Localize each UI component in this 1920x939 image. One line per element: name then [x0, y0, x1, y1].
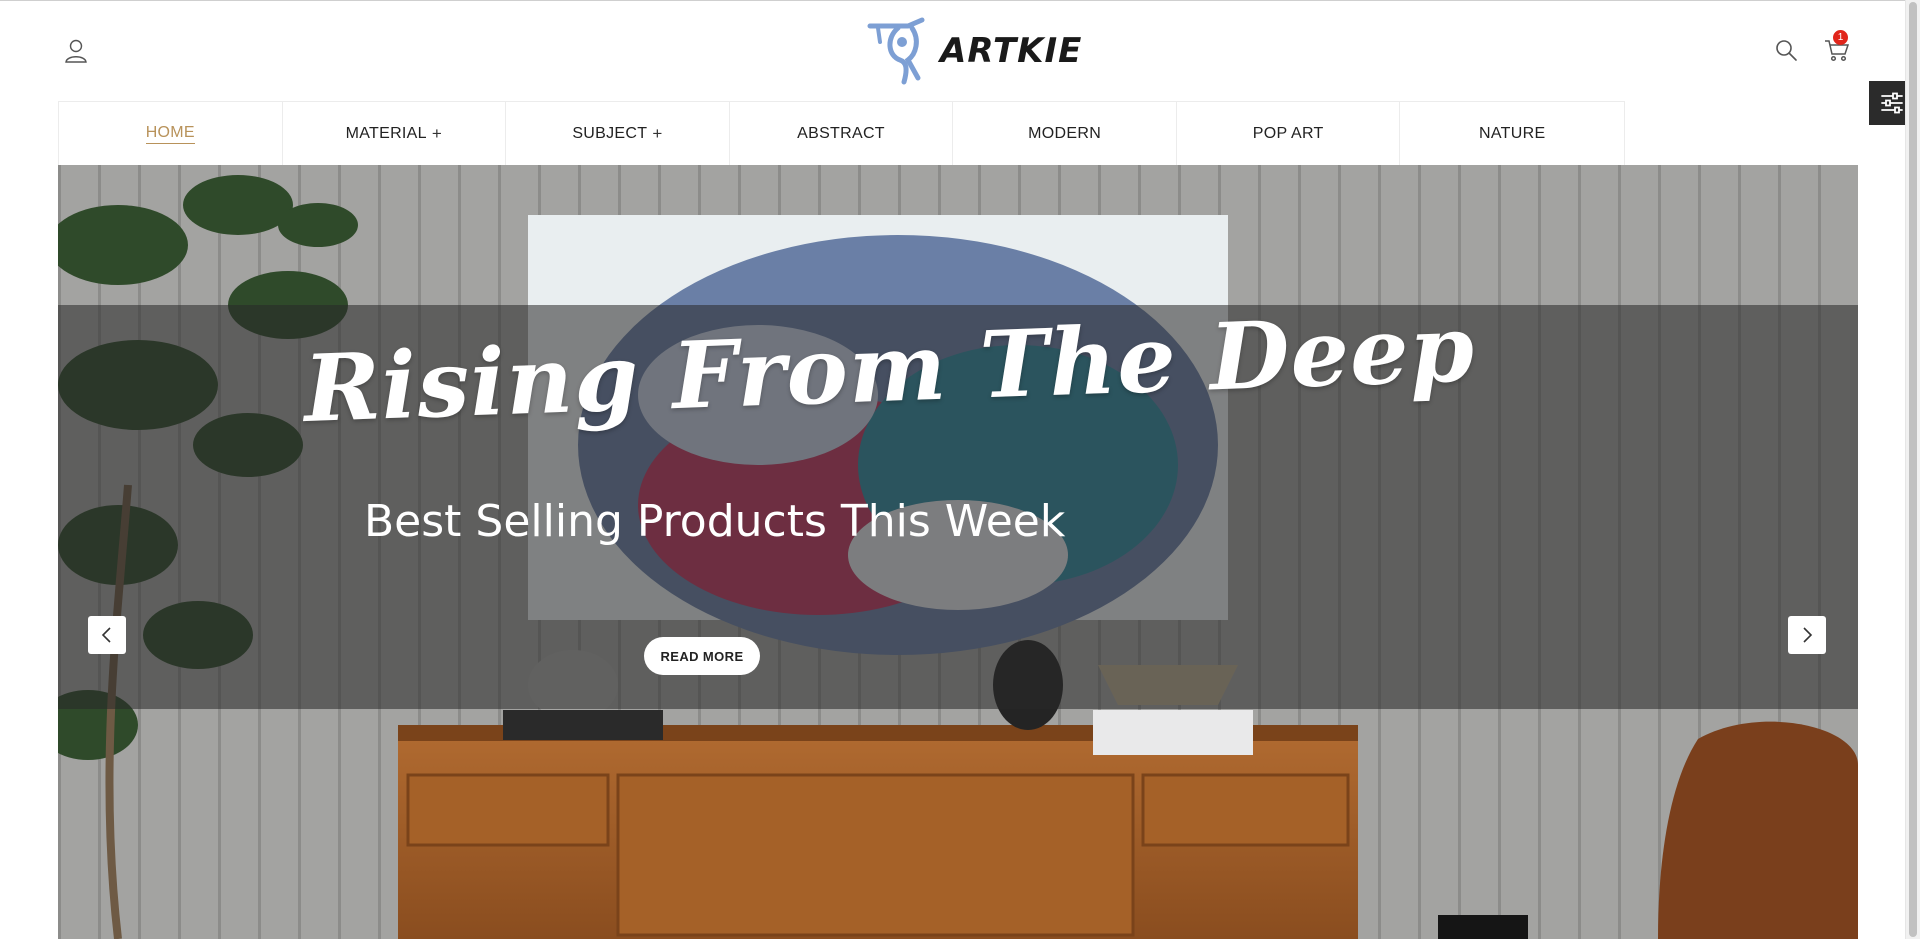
logo-mark-icon [867, 17, 925, 85]
slider-next-button[interactable] [1788, 616, 1826, 654]
nav-item-material[interactable]: MATERIAL + [283, 102, 507, 166]
nav-item-pop-art[interactable]: POP ART [1177, 102, 1401, 166]
read-more-button[interactable]: READ MORE [644, 637, 760, 675]
nav-item-label: NATURE [1479, 125, 1546, 142]
slider-prev-button[interactable] [88, 616, 126, 654]
scrollbar-thumb[interactable] [1909, 2, 1917, 937]
nav-item-label: SUBJECT [572, 125, 648, 142]
sliders-icon [1880, 92, 1903, 114]
nav-item-home[interactable]: HOME [59, 102, 283, 166]
expand-plus-icon: + [431, 124, 443, 143]
nav-item-subject[interactable]: SUBJECT + [506, 102, 730, 166]
search-icon[interactable] [1774, 37, 1798, 63]
top-border [0, 0, 1920, 1]
chevron-left-icon [101, 627, 111, 643]
hero-slider: Rising From The Deep Best Selling Produc… [58, 165, 1858, 939]
site-logo[interactable]: ARTKIE [864, 16, 1082, 86]
nav-item-nature[interactable]: NATURE [1400, 102, 1624, 166]
user-icon[interactable] [64, 38, 88, 64]
nav-item-modern[interactable]: MODERN [953, 102, 1177, 166]
nav-item-label: HOME [145, 124, 195, 144]
logo-text: ARTKIE [940, 31, 1083, 71]
nav-item-abstract[interactable]: ABSTRACT [730, 102, 954, 166]
cart-count-badge: 1 [1833, 30, 1848, 45]
nav-item-label: ABSTRACT [797, 125, 885, 142]
chevron-right-icon [1803, 627, 1813, 643]
expand-plus-icon: + [652, 124, 663, 143]
nav-item-label: MODERN [1028, 125, 1102, 142]
nav-item-label: POP ART [1252, 125, 1324, 142]
page-scrollbar[interactable] [1905, 0, 1920, 939]
nav-item-label: MATERIAL [345, 125, 427, 142]
main-nav: HOME MATERIAL + SUBJECT + ABSTRACT MODER… [58, 101, 1625, 166]
hero-subtitle: Best Selling Products This Week [364, 496, 1066, 547]
